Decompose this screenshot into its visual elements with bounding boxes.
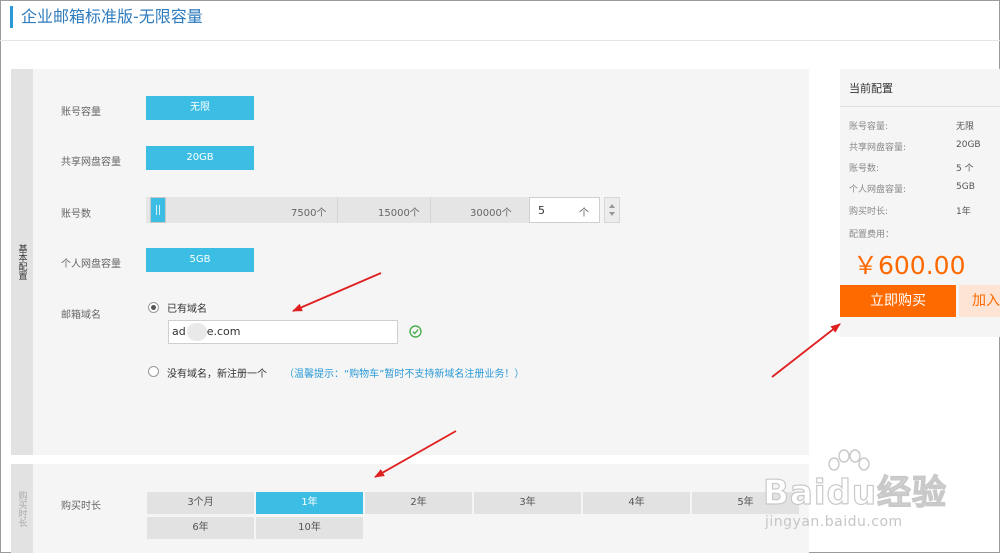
baidu-jingyan-watermark: Baidu经验 jingyan.baidu.com: [760, 448, 960, 543]
annotation-arrow-buy: [771, 323, 841, 378]
annotation-arrow-domain: [292, 272, 382, 312]
watermark-url: jingyan.baidu.com: [765, 514, 903, 530]
watermark-logo: Baidu经验: [762, 472, 948, 513]
annotation-arrow-duration: [374, 430, 457, 478]
